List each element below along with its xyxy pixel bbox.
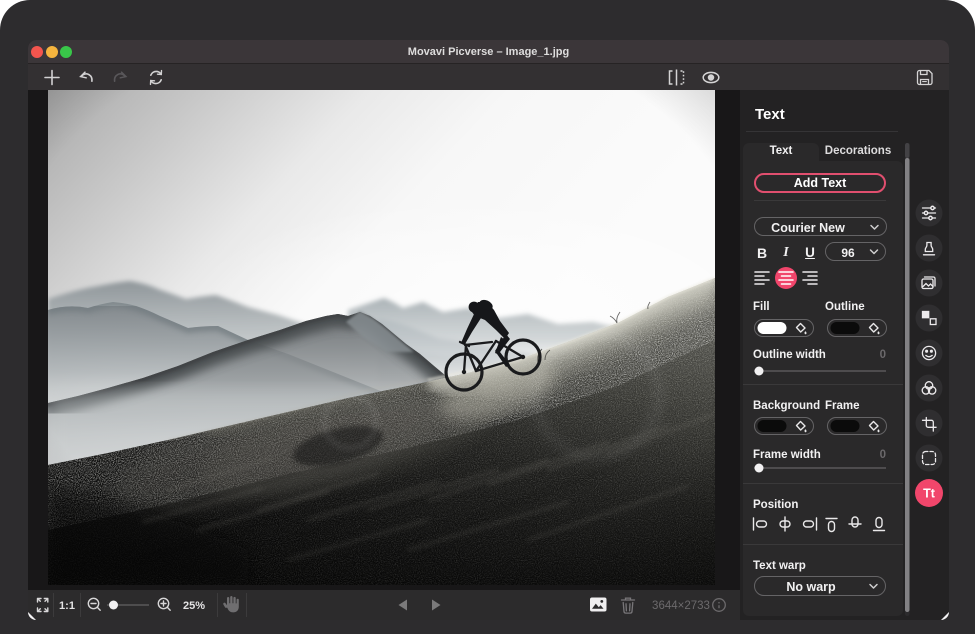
svg-text:Tt: Tt [923,487,936,501]
